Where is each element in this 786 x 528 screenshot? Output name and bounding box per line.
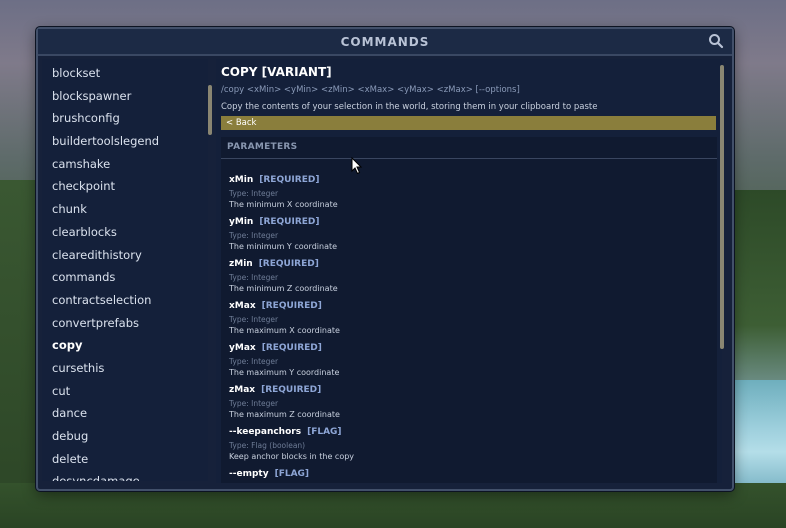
command-description: Copy the contents of your selection in t… — [221, 102, 598, 112]
param-description: Keep anchor blocks in the copy — [229, 452, 355, 461]
param-keepanchors: --keepanchors [FLAG] Type: Flag (boolean)… — [229, 419, 354, 461]
sidebar-item-debug[interactable]: debug — [42, 425, 208, 448]
commands-window: COMMANDS blockset blockspawner brushconf… — [36, 27, 734, 491]
param-tag: [REQUIRED] — [259, 217, 320, 227]
parameters-header: PARAMETERS — [221, 137, 717, 159]
param-description: The maximum X coordinate — [229, 326, 340, 335]
command-list[interactable]: blockset blockspawner brushconfig builde… — [42, 59, 208, 481]
param-empty: --empty[FLAG] Type: Flag (boolean) — [229, 461, 309, 483]
command-title: COPY [VARIANT] — [221, 65, 332, 79]
sidebar-scrollbar[interactable] — [208, 85, 212, 135]
param-description: The minimum Z coordinate — [229, 284, 338, 293]
param-xmin: xMin [REQUIRED] Type: Integer The minimum… — [229, 167, 338, 209]
param-type: Type: Integer — [229, 315, 279, 324]
sidebar-item-buildertoolslegend[interactable]: buildertoolslegend — [42, 130, 208, 153]
search-icon — [709, 34, 724, 49]
sidebar-item-clearblocks[interactable]: clearblocks — [42, 221, 208, 244]
param-type: Type: Integer — [229, 231, 279, 240]
background-terrain-left — [0, 180, 40, 528]
param-ymax: yMax [REQUIRED] Type: Integer The maximum… — [229, 335, 339, 377]
param-description: The maximum Y coordinate — [229, 368, 340, 377]
sidebar-item-copy[interactable]: copy — [42, 334, 208, 357]
window-title: COMMANDS — [340, 34, 430, 49]
param-tag: [REQUIRED] — [261, 343, 322, 353]
sidebar-item-contractselection[interactable]: contractselection — [42, 289, 208, 312]
param-name: zMin — [229, 259, 253, 269]
param-name: xMin — [229, 175, 254, 185]
param-tag: [REQUIRED] — [261, 385, 322, 395]
param-name: xMax — [229, 301, 256, 311]
command-usage: /copy <xMin> <yMin> <zMin> <xMax> <yMax>… — [221, 85, 520, 95]
back-button[interactable]: < Back — [221, 116, 716, 130]
param-zmax: zMax [REQUIRED] Type: Integer The maximum… — [229, 377, 340, 419]
param-tag: [REQUIRED] — [261, 301, 322, 311]
param-type: Type: Integer — [229, 189, 279, 198]
sidebar-item-chunk[interactable]: chunk — [42, 198, 208, 221]
sidebar-item-checkpoint[interactable]: checkpoint — [42, 175, 208, 198]
sidebar-item-cut[interactable]: cut — [42, 380, 208, 403]
param-zmin: zMin [REQUIRED] Type: Integer The minimum… — [229, 251, 338, 293]
param-name: --empty — [229, 469, 269, 479]
sidebar-item-delete[interactable]: delete — [42, 448, 208, 471]
param-tag: [FLAG] — [307, 427, 342, 437]
sidebar-item-brushconfig[interactable]: brushconfig — [42, 107, 208, 130]
param-name: yMin — [229, 217, 254, 227]
param-xmax: xMax [REQUIRED] Type: Integer The maximum… — [229, 293, 340, 335]
param-ymin: yMin [REQUIRED] Type: Integer The minimum… — [229, 209, 337, 251]
param-type: Type: Integer — [229, 399, 279, 408]
sidebar-item-clearedithistory[interactable]: clearedithistory — [42, 244, 208, 267]
param-type: Type: Flag (boolean) — [229, 441, 306, 450]
window-titlebar: COMMANDS — [38, 29, 732, 56]
param-tag: [REQUIRED] — [258, 259, 319, 269]
command-detail-panel: COPY [VARIANT] /copy <xMin> <yMin> <zMin… — [216, 59, 722, 483]
sidebar-item-blockset[interactable]: blockset — [42, 62, 208, 85]
sidebar-item-commands[interactable]: commands — [42, 266, 208, 289]
mouse-cursor-icon — [351, 157, 363, 175]
parameters-panel: PARAMETERS xMin [REQUIRED] Type: Integer … — [221, 137, 717, 483]
sidebar-item-convertprefabs[interactable]: convertprefabs — [42, 312, 208, 335]
param-description: The minimum Y coordinate — [229, 242, 338, 251]
search-button[interactable] — [708, 33, 724, 49]
param-type: Type: Integer — [229, 273, 279, 282]
param-tag: [FLAG] — [274, 469, 310, 479]
param-tag: [REQUIRED] — [259, 175, 320, 185]
param-type: Type: Integer — [229, 357, 279, 366]
param-description: The maximum Z coordinate — [229, 410, 340, 419]
param-name: zMax — [229, 385, 256, 395]
sidebar-item-desyncdamage[interactable]: desyncdamage — [42, 470, 208, 481]
sidebar-item-dance[interactable]: dance — [42, 402, 208, 425]
param-description: The minimum X coordinate — [229, 200, 338, 209]
param-name: yMax — [229, 343, 256, 353]
background-waterfall — [726, 380, 786, 500]
sidebar-item-blockspawner[interactable]: blockspawner — [42, 85, 208, 108]
detail-scrollbar[interactable] — [720, 65, 724, 349]
sidebar-item-camshake[interactable]: camshake — [42, 153, 208, 176]
param-name: --keepanchors — [229, 427, 302, 437]
sidebar-item-cursethis[interactable]: cursethis — [42, 357, 208, 380]
